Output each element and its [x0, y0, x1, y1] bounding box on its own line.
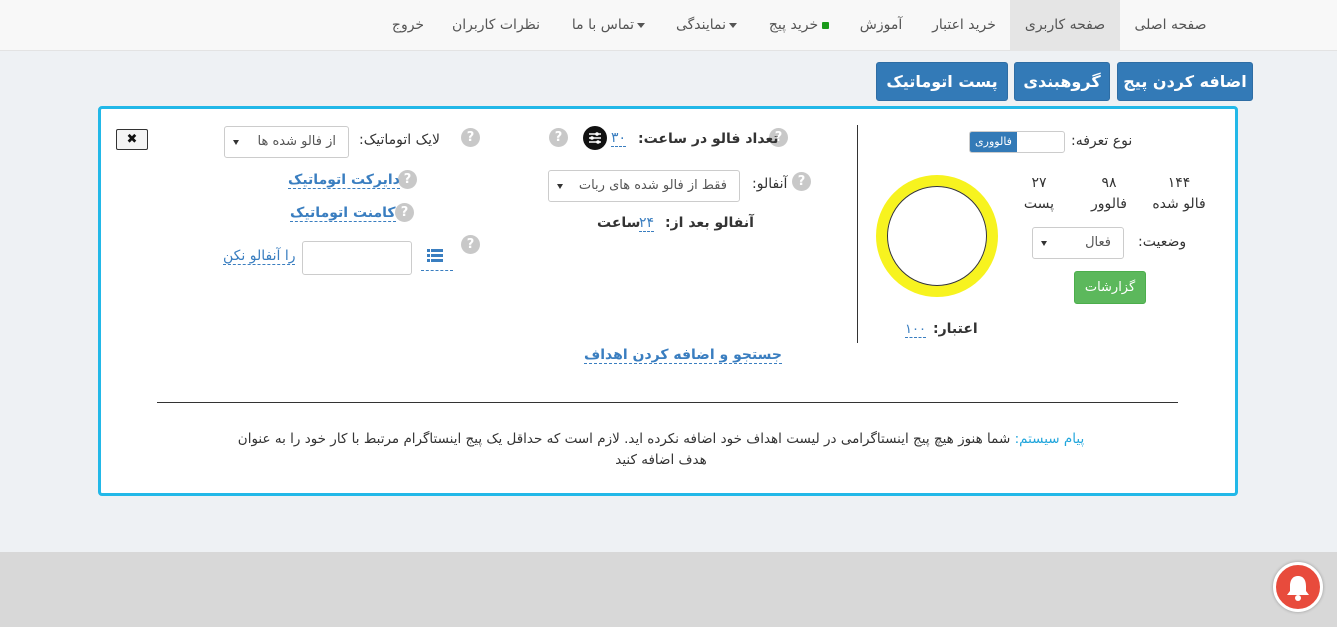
system-message-prefix: پیام سیستم:: [1014, 431, 1085, 447]
nav-home[interactable]: صفحه اصلی: [1120, 0, 1221, 51]
nav-buy-credit[interactable]: خرید اعتبار: [920, 0, 1008, 51]
search-targets-link[interactable]: جستجو و اضافه کردن اهداف: [584, 347, 782, 364]
follow-per-hour-value[interactable]: ۳۰: [611, 130, 627, 147]
dropdown-arrow-icon: [557, 184, 563, 189]
help-icon[interactable]: ?: [549, 128, 568, 147]
auto-direct-link[interactable]: دایرکت اتوماتیک: [288, 172, 400, 189]
tariff-toggle[interactable]: فالووری: [969, 131, 1065, 153]
tariff-label: نوع تعرفه:: [1071, 133, 1133, 149]
help-icon[interactable]: ?: [792, 172, 811, 191]
auto-post-button[interactable]: پست اتوماتیک: [876, 62, 1008, 101]
page-panel: نوع تعرفه: فالووری ۱۴۴ فالو شده ۹۸ فالوو…: [98, 106, 1238, 496]
auto-comment-link[interactable]: کامنت اتوماتیک: [290, 205, 396, 222]
new-dot-icon: [822, 21, 830, 29]
credit-label: اعتبار:: [933, 321, 978, 337]
help-icon[interactable]: ?: [461, 128, 480, 147]
stat-following-value: ۱۴۴: [1167, 175, 1191, 191]
status-select-value: فعال: [1085, 235, 1111, 250]
nav-contact[interactable]: تماس با ما: [560, 0, 660, 51]
nav-reviews[interactable]: نظرات کاربران: [446, 0, 546, 51]
status-select[interactable]: فعال: [1032, 227, 1124, 259]
nav-buy-credit-label: خرید اعتبار: [932, 17, 996, 33]
reports-button[interactable]: گزارشات: [1074, 271, 1146, 304]
help-icon[interactable]: ?: [398, 170, 417, 189]
bell-icon[interactable]: [1273, 562, 1323, 612]
nav-logout[interactable]: خروج: [380, 0, 436, 51]
list-icon[interactable]: [421, 243, 453, 271]
nav-reviews-label: نظرات کاربران: [451, 17, 541, 33]
caret-down-icon: [729, 22, 738, 28]
auto-like-select[interactable]: از فالو شده ها: [224, 126, 349, 158]
top-navbar: صفحه اصلی صفحه کاربری خرید اعتبار آموزش …: [0, 0, 1337, 51]
nav-tutorial[interactable]: آموزش: [848, 0, 914, 51]
caret-down-icon: [637, 22, 646, 28]
help-icon[interactable]: ?: [461, 235, 480, 254]
unfollow-after-unit: ساعت: [597, 215, 641, 231]
unfollow-label: آنفالو:: [752, 176, 788, 192]
nav-contact-label: تماس با ما: [571, 17, 635, 33]
grouping-button[interactable]: گروهبندی: [1014, 62, 1110, 101]
dropdown-arrow-icon: [233, 140, 239, 145]
auto-like-label: لایک اتوماتیک:: [359, 132, 441, 148]
stat-posts-value: ۲۷: [1031, 175, 1047, 191]
stat-posts-label: پست: [1023, 196, 1055, 212]
nav-user-page-label: صفحه کاربری: [1024, 17, 1106, 33]
sliders-icon[interactable]: [583, 126, 607, 150]
avatar-image: [887, 186, 987, 286]
unfollow-select-value: فقط از فالو شده های ربات: [578, 178, 727, 193]
section-divider: [157, 402, 1178, 403]
nav-tutorial-label: آموزش: [859, 17, 903, 33]
status-label: وضعیت:: [1138, 234, 1187, 250]
unfollow-select[interactable]: فقط از فالو شده های ربات: [548, 170, 740, 202]
nav-buy-page[interactable]: خرید پیج: [754, 0, 844, 51]
column-divider: [857, 125, 858, 343]
nav-agency-label: نمایندگی: [675, 17, 727, 33]
system-message: پیام سیستم: شما هنوز هیچ پیج اینستاگرامی…: [141, 429, 1181, 471]
close-icon[interactable]: ✖: [116, 129, 148, 150]
no-unfollow-label[interactable]: را آنفالو نکن: [223, 248, 296, 265]
system-message-line2: هدف اضافه کنید: [615, 452, 707, 468]
follow-per-hour-label: تعداد فالو در ساعت:: [638, 131, 779, 147]
unfollow-after-value[interactable]: ۲۴: [639, 215, 655, 232]
system-message-line1: شما هنوز هیچ پیج اینستاگرامی در لیست اهد…: [237, 431, 1011, 447]
unfollow-after-label: آنفالو بعد از:: [665, 215, 754, 231]
nav-user-page[interactable]: صفحه کاربری: [1010, 0, 1120, 51]
nav-logout-label: خروج: [391, 17, 425, 33]
stat-followers-value: ۹۸: [1101, 175, 1117, 191]
footer: [0, 552, 1337, 627]
no-unfollow-input[interactable]: [302, 241, 412, 275]
nav-agency[interactable]: نمایندگی: [666, 0, 750, 51]
nav-buy-page-label: خرید پیج: [768, 17, 819, 33]
nav-home-label: صفحه اصلی: [1134, 17, 1207, 33]
credit-value[interactable]: ۱۰۰: [905, 322, 926, 338]
stat-following-label: فالو شده: [1152, 196, 1206, 212]
help-icon[interactable]: ?: [395, 203, 414, 222]
tariff-value: فالووری: [970, 132, 1017, 152]
auto-like-select-value: از فالو شده ها: [257, 134, 336, 149]
avatar[interactable]: [876, 175, 998, 297]
stat-followers-label: فالوور: [1091, 196, 1127, 212]
dropdown-arrow-icon: [1041, 241, 1047, 246]
add-page-button[interactable]: اضافه کردن پیج: [1117, 62, 1253, 101]
